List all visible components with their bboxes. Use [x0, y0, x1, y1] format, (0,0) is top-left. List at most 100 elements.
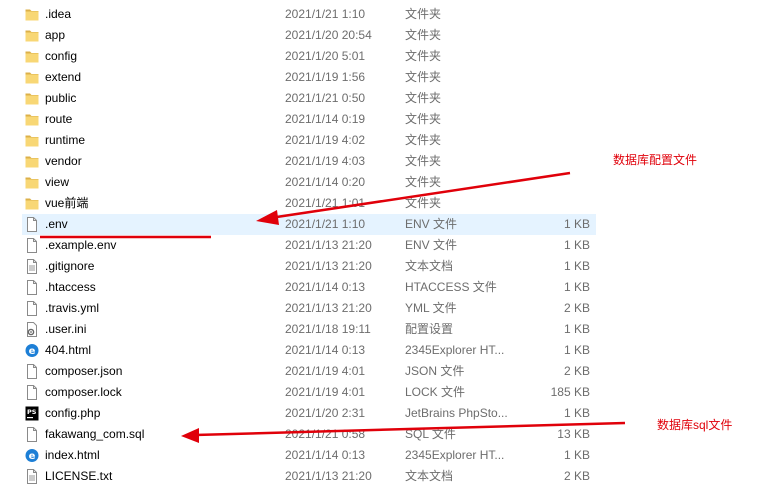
- file-row[interactable]: composer.lock 2021/1/19 4:01 LOCK 文件 185 KB: [0, 382, 784, 403]
- file-list: .idea 2021/1/21 1:10 文件夹 app 2021/1/20 20:54…: [0, 4, 784, 487]
- svg-text:PS: PS: [27, 408, 37, 416]
- file-row[interactable]: composer.json 2021/1/19 4:01 JSON 文件 2 KB: [0, 361, 784, 382]
- file-date: 2021/1/21 1:10: [285, 217, 366, 231]
- file-name[interactable]: composer.lock: [45, 382, 122, 403]
- file-date: 2021/1/14 0:20: [285, 175, 366, 189]
- file-name[interactable]: extend: [45, 67, 81, 88]
- file-row[interactable]: .idea 2021/1/21 1:10 文件夹: [0, 4, 784, 25]
- file-name[interactable]: index.html: [45, 445, 100, 466]
- file-date: 2021/1/13 21:20: [285, 469, 372, 483]
- file-name[interactable]: .user.ini: [45, 319, 86, 340]
- file-date: 2021/1/14 0:13: [285, 280, 366, 294]
- file-name[interactable]: config: [45, 46, 77, 67]
- file-size: 1 KB: [563, 322, 590, 336]
- svg-text:e: e: [29, 451, 36, 462]
- file-size: 2 KB: [563, 469, 590, 483]
- file-name[interactable]: route: [45, 109, 72, 130]
- file-row[interactable]: e index.html 2021/1/14 0:13 2345Explorer HT…: [0, 445, 784, 466]
- file-date: 2021/1/21 1:01: [285, 196, 366, 210]
- file-type: 文本文档: [405, 259, 454, 273]
- file-type: YML 文件: [405, 301, 457, 315]
- file-row[interactable]: .example.env 2021/1/13 21:20 ENV 文件 1 KB: [0, 235, 784, 256]
- document-icon: [25, 238, 39, 253]
- file-row[interactable]: vue前端 2021/1/21 1:01 文件夹: [0, 193, 784, 214]
- file-size: 1 KB: [563, 217, 590, 231]
- document-icon: [25, 301, 39, 316]
- folder-icon: [25, 196, 39, 211]
- file-name[interactable]: .htaccess: [45, 277, 96, 298]
- file-name[interactable]: LICENSE.txt: [45, 466, 112, 487]
- file-row[interactable]: config 2021/1/20 5:01 文件夹: [0, 46, 784, 67]
- file-date: 2021/1/19 4:03: [285, 154, 366, 168]
- file-row[interactable]: LICENSE.txt 2021/1/13 21:20 文本文档 2 KB: [0, 466, 784, 487]
- file-row[interactable]: app 2021/1/20 20:54 文件夹: [0, 25, 784, 46]
- file-size: 1 KB: [563, 238, 590, 252]
- file-name[interactable]: view: [45, 172, 69, 193]
- file-type: 文件夹: [405, 133, 442, 147]
- file-type: 文件夹: [405, 175, 442, 189]
- file-type: 文件夹: [405, 7, 442, 21]
- annotation-label-config: 数据库配置文件: [613, 153, 698, 167]
- document-icon: [25, 385, 39, 400]
- file-name[interactable]: runtime: [45, 130, 85, 151]
- phpstorm-icon: PS: [25, 406, 39, 421]
- file-size: 13 KB: [557, 427, 590, 441]
- file-name[interactable]: public: [45, 88, 76, 109]
- file-type: 文件夹: [405, 70, 442, 84]
- folder-icon: [25, 70, 39, 85]
- file-name[interactable]: 404.html: [45, 340, 91, 361]
- file-type: SQL 文件: [405, 427, 456, 441]
- file-name[interactable]: .env: [45, 214, 68, 235]
- file-type: 文件夹: [405, 196, 442, 210]
- browser-e-icon: e: [25, 343, 39, 358]
- file-type: 2345Explorer HT...: [405, 343, 505, 357]
- folder-icon: [25, 133, 39, 148]
- file-date: 2021/1/21 0:50: [285, 91, 366, 105]
- file-row[interactable]: .gitignore 2021/1/13 21:20 文本文档 1 KB: [0, 256, 784, 277]
- file-row[interactable]: .travis.yml 2021/1/13 21:20 YML 文件 2 KB: [0, 298, 784, 319]
- file-type: 文件夹: [405, 112, 442, 126]
- file-size: 1 KB: [563, 343, 590, 357]
- file-name[interactable]: fakawang_com.sql: [45, 424, 144, 445]
- document-icon: [25, 364, 39, 379]
- folder-icon: [25, 154, 39, 169]
- file-date: 2021/1/20 2:31: [285, 406, 366, 420]
- folder-icon: [25, 175, 39, 190]
- config-settings-icon: [25, 322, 39, 337]
- file-date: 2021/1/21 1:10: [285, 7, 366, 21]
- file-date: 2021/1/19 4:01: [285, 385, 366, 399]
- file-type: 配置设置: [405, 322, 454, 336]
- file-date: 2021/1/13 21:20: [285, 259, 372, 273]
- file-row[interactable]: .user.ini 2021/1/18 19:11 配置设置 1 KB: [0, 319, 784, 340]
- file-row[interactable]: route 2021/1/14 0:19 文件夹: [0, 109, 784, 130]
- file-type: 文件夹: [405, 154, 442, 168]
- file-date: 2021/1/19 4:01: [285, 364, 366, 378]
- file-type: ENV 文件: [405, 217, 458, 231]
- file-size: 2 KB: [563, 301, 590, 315]
- browser-e-icon: e: [25, 448, 39, 463]
- file-size: 1 KB: [563, 406, 590, 420]
- file-date: 2021/1/20 20:54: [285, 28, 372, 42]
- file-name[interactable]: composer.json: [45, 361, 122, 382]
- file-row[interactable]: view 2021/1/14 0:20 文件夹: [0, 172, 784, 193]
- file-size: 1 KB: [563, 280, 590, 294]
- file-name[interactable]: .example.env: [45, 235, 116, 256]
- file-row[interactable]: extend 2021/1/19 1:56 文件夹: [0, 67, 784, 88]
- file-name[interactable]: .idea: [45, 4, 71, 25]
- file-row[interactable]: e 404.html 2021/1/14 0:13 2345Explorer HT..…: [0, 340, 784, 361]
- file-row[interactable]: .env 2021/1/21 1:10 ENV 文件 1 KB: [0, 214, 784, 235]
- file-row[interactable]: public 2021/1/21 0:50 文件夹: [0, 88, 784, 109]
- file-date: 2021/1/14 0:19: [285, 112, 366, 126]
- file-size: 2 KB: [563, 364, 590, 378]
- file-name[interactable]: vue前端: [45, 193, 88, 214]
- file-name[interactable]: .travis.yml: [45, 298, 99, 319]
- file-name[interactable]: config.php: [45, 403, 100, 424]
- text-document-icon: [25, 259, 39, 274]
- file-name[interactable]: vendor: [45, 151, 82, 172]
- file-name[interactable]: app: [45, 25, 65, 46]
- file-name[interactable]: .gitignore: [45, 256, 94, 277]
- file-type: 文本文档: [405, 469, 454, 483]
- file-date: 2021/1/21 0:58: [285, 427, 366, 441]
- file-row[interactable]: runtime 2021/1/19 4:02 文件夹: [0, 130, 784, 151]
- file-row[interactable]: .htaccess 2021/1/14 0:13 HTACCESS 文件 1 KB: [0, 277, 784, 298]
